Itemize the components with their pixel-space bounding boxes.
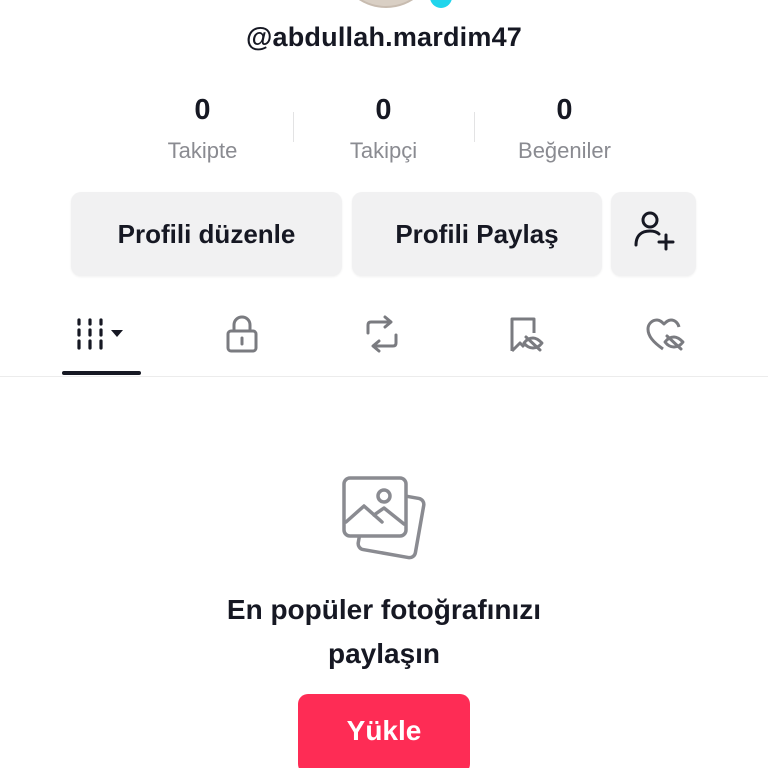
tab-favorites[interactable] [494, 314, 554, 358]
tab-reposts[interactable] [352, 314, 412, 358]
heart-hidden-icon [643, 313, 689, 360]
tab-videos[interactable] [71, 314, 131, 358]
tab-private[interactable] [212, 314, 272, 358]
person-plus-icon [630, 207, 678, 262]
stat-likes-value: 0 [556, 94, 573, 126]
stat-following-label: Takipte [167, 138, 238, 163]
profile-stats: 0 Takipte 0 Takipçi 0 Beğeniler [112, 92, 656, 172]
stat-divider [474, 112, 475, 142]
empty-state-message: En popüler fotoğrafınızı paylaşın [0, 588, 768, 676]
profile-page: @abdullah.mardim47 0 Takipte 0 Takipçi 0… [0, 0, 768, 768]
empty-state-line1: En popüler fotoğrafınızı [226, 594, 542, 625]
stat-following-value: 0 [194, 94, 211, 126]
grid-dropdown-icon [71, 314, 131, 359]
bookmark-hidden-icon [502, 313, 546, 360]
stat-followers-label: Takipçi [349, 138, 418, 163]
edit-profile-button[interactable]: Profili düzenle [71, 192, 342, 276]
share-profile-button[interactable]: Profili Paylaş [352, 192, 602, 276]
empty-state-line2: paylaşın [327, 638, 441, 669]
stat-followers-value: 0 [375, 94, 392, 126]
upload-button[interactable]: Yükle [298, 694, 470, 768]
username: @abdullah.mardim47 [246, 22, 522, 52]
avatar-add-badge[interactable] [430, 0, 452, 8]
content-tabs [0, 300, 768, 377]
avatar[interactable] [336, 0, 436, 8]
stat-divider [293, 112, 294, 142]
active-tab-indicator [62, 371, 141, 375]
stat-likes[interactable]: 0 Beğeniler [474, 92, 655, 172]
stat-likes-label: Beğeniler [518, 138, 611, 163]
stat-following[interactable]: 0 Takipte [112, 92, 293, 172]
tab-liked[interactable] [636, 314, 696, 358]
lock-icon [222, 313, 262, 360]
add-friend-button[interactable] [611, 192, 696, 276]
photos-icon [338, 472, 430, 564]
repost-icon [360, 313, 404, 360]
stat-followers[interactable]: 0 Takipçi [293, 92, 474, 172]
